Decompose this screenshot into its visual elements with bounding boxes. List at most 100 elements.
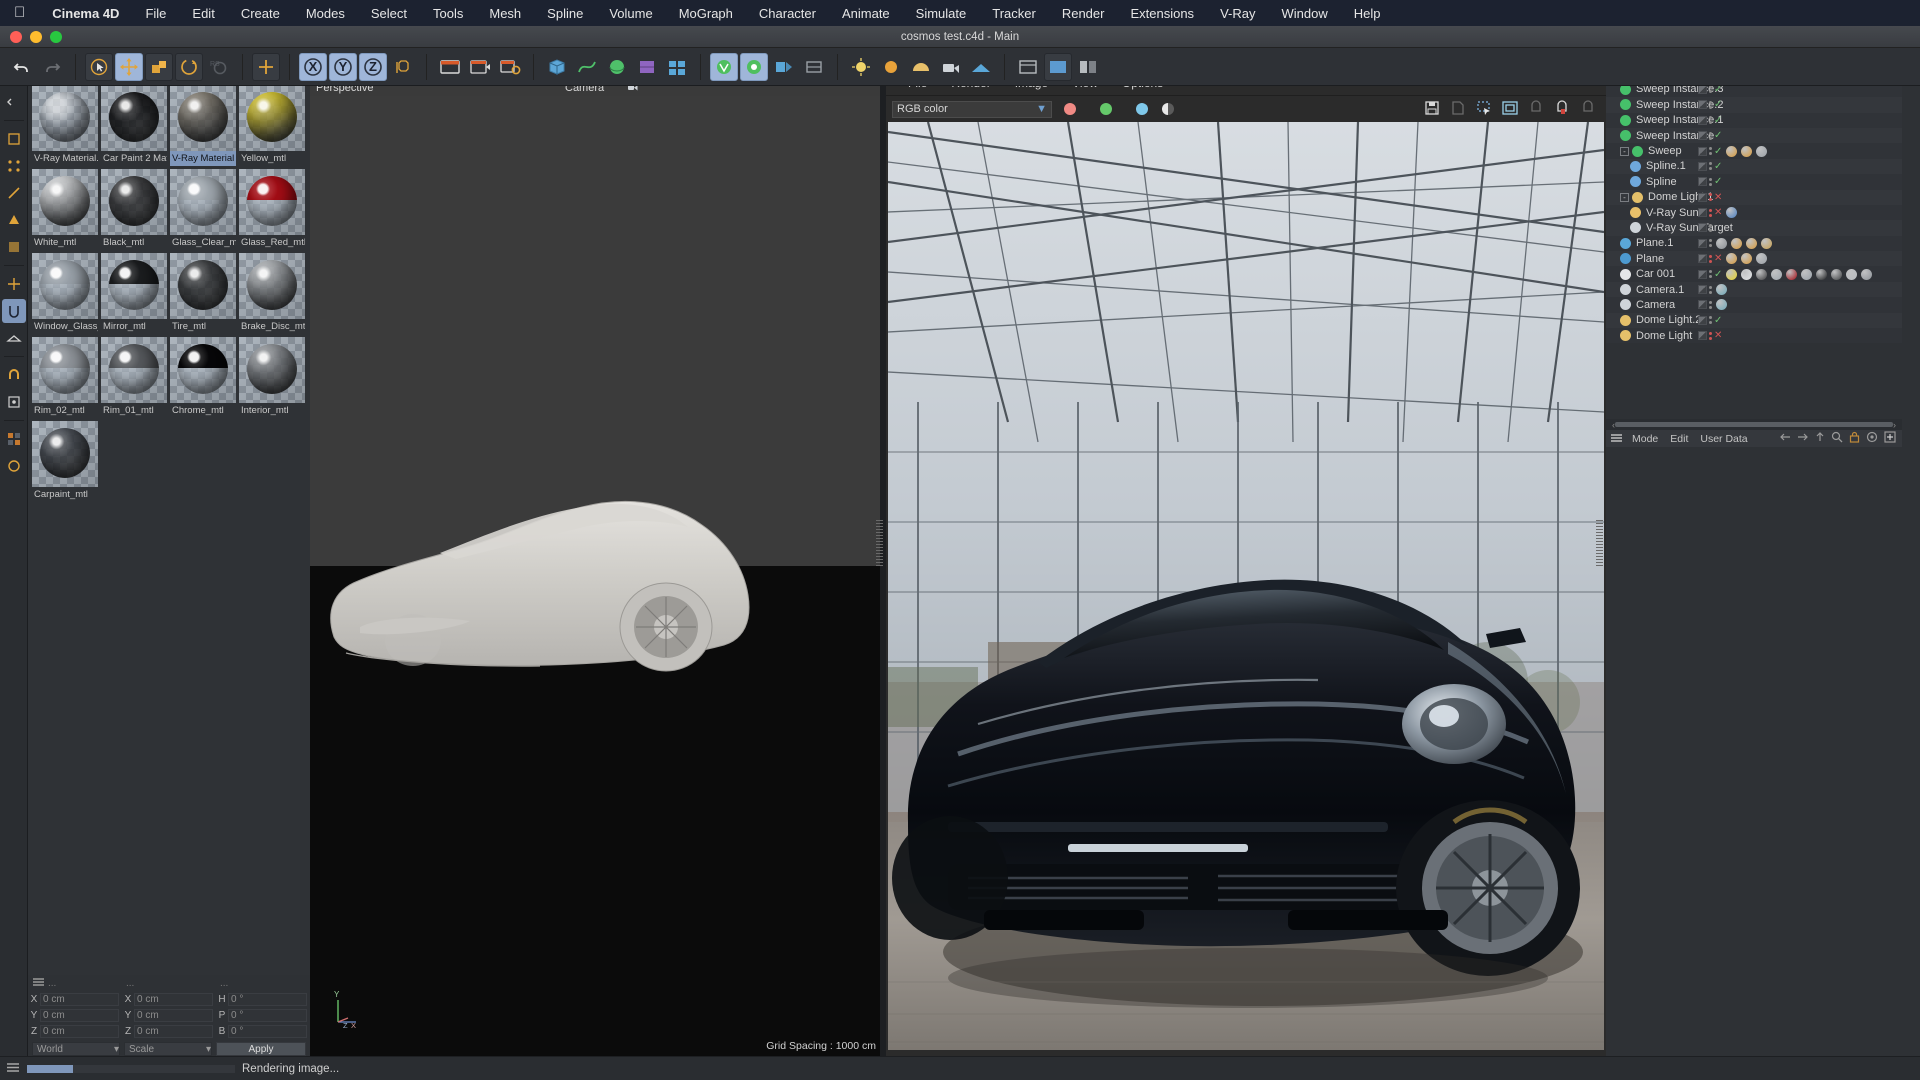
- forward-arrow-icon[interactable]: [1797, 431, 1809, 446]
- coord-size-z-input[interactable]: 0 cm: [134, 1025, 213, 1038]
- visibility-toggle[interactable]: [1698, 131, 1707, 140]
- object-tag-icon[interactable]: [1761, 238, 1772, 249]
- menu-item-simulate[interactable]: Simulate: [903, 6, 980, 21]
- object-tag-icon[interactable]: [1756, 253, 1767, 264]
- material-thumbnail[interactable]: V-Ray Material.1: [32, 85, 98, 166]
- expand-collapse-icon[interactable]: -: [1620, 147, 1629, 156]
- object-tag-icon[interactable]: [1741, 269, 1752, 280]
- menu-item-volume[interactable]: Volume: [596, 6, 665, 21]
- visibility-dots[interactable]: [1709, 301, 1712, 309]
- menu-item-edit[interactable]: Edit: [179, 6, 227, 21]
- nurbs-generator-button[interactable]: [603, 53, 631, 81]
- rail-texture-mode-icon[interactable]: [2, 235, 26, 259]
- visibility-dots[interactable]: [1709, 270, 1712, 278]
- cube-primitive-button[interactable]: [543, 53, 571, 81]
- attr-menu-user-data[interactable]: User Data: [1694, 433, 1753, 445]
- object-list-item[interactable]: Sweep Instance✓: [1606, 128, 1902, 143]
- object-list-item[interactable]: Spline✓: [1606, 174, 1902, 189]
- object-list-horizontal-scrollbar[interactable]: ‹ ›: [1606, 419, 1902, 430]
- vfb-channel-select[interactable]: RGB color ▼: [892, 101, 1052, 118]
- dome-light-button[interactable]: [907, 53, 935, 81]
- visibility-toggle[interactable]: [1698, 285, 1707, 294]
- object-tag-icon[interactable]: [1846, 269, 1857, 280]
- visibility-toggle[interactable]: [1698, 147, 1707, 156]
- floor-object-button[interactable]: [967, 53, 995, 81]
- material-preview[interactable]: [32, 253, 98, 319]
- material-preview[interactable]: [239, 169, 305, 235]
- mograph-button[interactable]: [663, 53, 691, 81]
- coord-apply-button[interactable]: Apply: [216, 1042, 306, 1056]
- material-thumbnail[interactable]: Black_mtl: [101, 169, 167, 250]
- rail-sculpt-icon[interactable]: [2, 454, 26, 478]
- object-list-item[interactable]: Camera: [1606, 297, 1902, 312]
- material-thumbnail[interactable]: Yellow_mtl: [239, 85, 305, 166]
- coord-pos-y-input[interactable]: 0 cm: [40, 1009, 119, 1022]
- object-list-item[interactable]: Dome Light✕: [1606, 328, 1902, 343]
- material-preview[interactable]: [170, 169, 236, 235]
- object-list-item[interactable]: -Dome Light.1✕: [1606, 190, 1902, 205]
- object-tag-icon[interactable]: [1746, 238, 1757, 249]
- hamburger-icon[interactable]: [1610, 432, 1626, 446]
- clear-image-icon[interactable]: [1528, 100, 1544, 119]
- material-preview[interactable]: [170, 85, 236, 151]
- follow-mouse-icon[interactable]: [1502, 100, 1518, 119]
- scrollbar-thumb[interactable]: [1615, 422, 1893, 427]
- material-preview[interactable]: [170, 337, 236, 403]
- visibility-toggle[interactable]: [1698, 270, 1707, 279]
- hamburger-icon[interactable]: [32, 977, 48, 990]
- viewport-solo-button[interactable]: [1044, 53, 1072, 81]
- undo-button[interactable]: [8, 53, 36, 81]
- save-channels-icon[interactable]: [1450, 100, 1466, 119]
- menu-item-tracker[interactable]: Tracker: [979, 6, 1049, 21]
- coord-size-z[interactable]: Z0 cm: [122, 1025, 216, 1038]
- camera-object-button[interactable]: [937, 53, 965, 81]
- object-tag-icon[interactable]: [1716, 284, 1727, 295]
- visibility-toggle[interactable]: [1698, 85, 1707, 94]
- coord-system-select[interactable]: World▾: [32, 1042, 120, 1056]
- object-list-item[interactable]: V-Ray Sun✕: [1606, 205, 1902, 220]
- visibility-dots[interactable]: [1709, 286, 1712, 294]
- move-tool-button[interactable]: [115, 53, 143, 81]
- object-list-item[interactable]: -Sweep✓: [1606, 143, 1902, 158]
- hamburger-icon[interactable]: [6, 1062, 20, 1076]
- red-channel-toggle[interactable]: [1064, 103, 1076, 115]
- add-icon[interactable]: [1884, 431, 1896, 446]
- parametric-tool-button[interactable]: RS: [205, 53, 233, 81]
- save-image-icon[interactable]: [1424, 100, 1440, 119]
- back-arrow-icon[interactable]: [1779, 431, 1791, 446]
- menu-item-modes[interactable]: Modes: [293, 6, 358, 21]
- material-thumbnail[interactable]: V-Ray Material: [170, 85, 236, 166]
- coord-pos-x[interactable]: X0 cm: [28, 993, 122, 1006]
- menu-item-tools[interactable]: Tools: [420, 6, 476, 21]
- material-preview[interactable]: [32, 169, 98, 235]
- spline-tool-button[interactable]: [573, 53, 601, 81]
- coord-size-x-input[interactable]: 0 cm: [134, 993, 213, 1006]
- visibility-dots[interactable]: [1709, 224, 1712, 232]
- object-list-item[interactable]: Plane✕: [1606, 251, 1902, 266]
- blue-channel-toggle[interactable]: [1136, 103, 1148, 115]
- object-tag-icon[interactable]: [1771, 269, 1782, 280]
- visibility-dots[interactable]: [1709, 255, 1712, 263]
- material-preview[interactable]: [239, 337, 305, 403]
- object-tag-icon[interactable]: [1801, 269, 1812, 280]
- visibility-toggle[interactable]: [1698, 239, 1707, 248]
- menu-item-animate[interactable]: Animate: [829, 6, 903, 21]
- attr-menu-edit[interactable]: Edit: [1664, 433, 1694, 445]
- menu-item-create[interactable]: Create: [228, 6, 293, 21]
- material-thumbnail[interactable]: Car Paint 2 Mate: [101, 85, 167, 166]
- material-thumbnail[interactable]: Brake_Disc_mtl: [239, 253, 305, 334]
- rail-axis-lock-icon[interactable]: [2, 272, 26, 296]
- material-preview[interactable]: [101, 337, 167, 403]
- visibility-dots[interactable]: [1709, 178, 1712, 186]
- vfb-render-image[interactable]: [888, 122, 1604, 1050]
- rail-magnet-icon[interactable]: [2, 363, 26, 387]
- visibility-dots[interactable]: [1709, 116, 1712, 124]
- visibility-toggle[interactable]: [1698, 193, 1707, 202]
- rail-workplane-icon[interactable]: [2, 326, 26, 350]
- render-view-button[interactable]: [436, 53, 464, 81]
- object-list-item[interactable]: Sweep Instance.1✓: [1606, 113, 1902, 128]
- material-thumbnail[interactable]: Window_Glass_m: [32, 253, 98, 334]
- coord-rot-h-input[interactable]: 0 °: [228, 993, 307, 1006]
- attr-menu-mode[interactable]: Mode: [1626, 433, 1664, 445]
- visibility-dots[interactable]: [1709, 162, 1712, 170]
